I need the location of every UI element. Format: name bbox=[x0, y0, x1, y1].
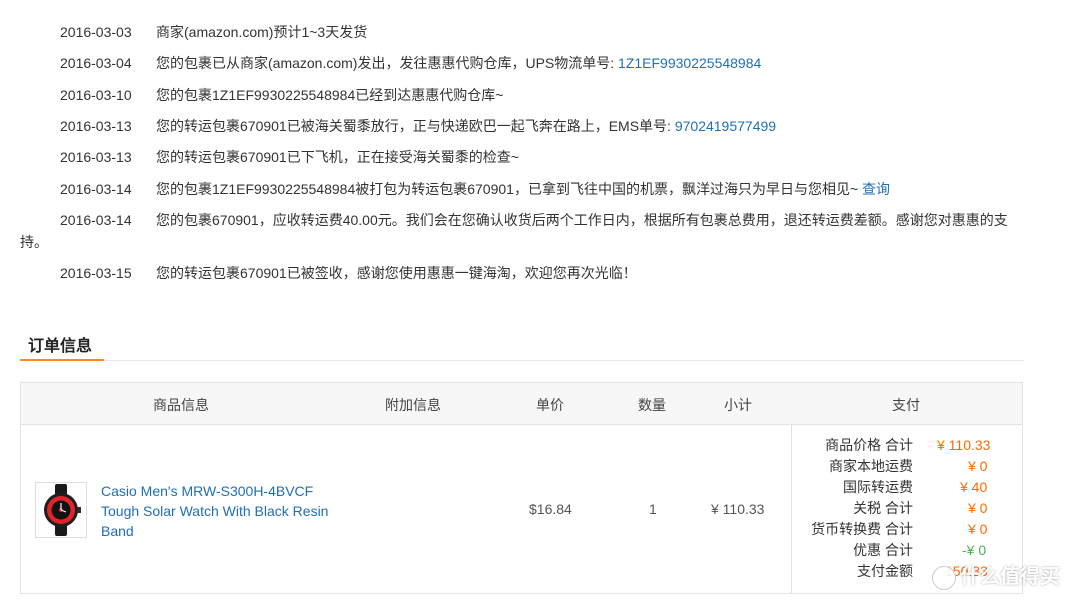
ems-tracking-link[interactable]: 9702419577499 bbox=[675, 118, 776, 134]
unit-price-value: $16.84 bbox=[529, 501, 572, 517]
subtotal-value: ¥ 110.33 bbox=[711, 501, 765, 517]
header-product: 商品信息 bbox=[153, 397, 209, 413]
payment-label: 商品价格 合计 bbox=[825, 437, 913, 453]
payment-value: -¥ 0 bbox=[962, 542, 987, 558]
log-text: 您的包裹670901，应收转运费40.00元。我们会在您确认收货后两个工作日内，… bbox=[20, 212, 1008, 250]
header-unit-price: 单价 bbox=[536, 397, 564, 413]
payment-value: ¥ 0 bbox=[968, 521, 988, 537]
payment-value: ¥ 110.33 bbox=[937, 437, 991, 453]
payment-label: 关税 合计 bbox=[853, 500, 913, 516]
payment-value: ¥ 0 bbox=[968, 458, 988, 474]
payment-row: 商家本地运费 ¥ 0 bbox=[792, 456, 1023, 477]
log-date: 2016-03-13 bbox=[60, 149, 132, 165]
log-text: 您的转运包裹670901已被海关蜀黍放行，正与快递欧巴一起飞奔在路上，EMS单号… bbox=[156, 118, 777, 134]
active-section-underline bbox=[20, 359, 104, 361]
log-text: 您的包裹1Z1EF9930225548984被打包为转运包裹670901，已拿到… bbox=[156, 181, 891, 197]
payment-row: 优惠 合计 -¥ 0 bbox=[792, 540, 1023, 561]
order-table: 商品信息 附加信息 单价 数量 小计 支付 Casio Men's MRW-S3… bbox=[20, 382, 1023, 594]
header-extra: 附加信息 bbox=[385, 397, 441, 413]
payment-label: 货币转换费 合计 bbox=[811, 521, 913, 537]
log-date: 2016-03-10 bbox=[60, 87, 132, 103]
log-date: 2016-03-15 bbox=[60, 265, 132, 281]
log-text: 您的包裹已从商家(amazon.com)发出，发往惠惠代购仓库，UPS物流单号:… bbox=[156, 55, 762, 71]
log-date: 2016-03-04 bbox=[60, 55, 132, 71]
payment-value: ¥ 0 bbox=[968, 500, 988, 516]
log-text: 您的转运包裹670901已被签收，感谢您使用惠惠一键海淘，欢迎您再次光临！ bbox=[156, 265, 637, 281]
payment-row: 关税 合计 ¥ 0 bbox=[792, 498, 1023, 519]
section-divider bbox=[20, 360, 1024, 361]
query-link[interactable]: 查询 bbox=[862, 181, 890, 197]
payment-row: 货币转换费 合计 ¥ 0 bbox=[792, 519, 1023, 540]
log-date: 2016-03-13 bbox=[60, 118, 132, 134]
site-watermark: 什么值得买 bbox=[932, 560, 1060, 590]
log-text: 您的转运包裹670901已下飞机，正在接受海关蜀黍的检查~ bbox=[156, 149, 519, 165]
log-text: 商家(amazon.com)预计1~3天发货 bbox=[156, 24, 368, 40]
watch-image-icon bbox=[44, 484, 81, 536]
log-date: 2016-03-03 bbox=[60, 24, 132, 40]
product-thumbnail[interactable] bbox=[35, 482, 87, 538]
watermark-logo-icon bbox=[932, 565, 956, 590]
product-name-link[interactable]: Casio Men's MRW-S300H-4BVCF Tough Solar … bbox=[101, 481, 351, 541]
payment-row: 国际转运费 ¥ 40 bbox=[792, 477, 1023, 498]
ups-tracking-link[interactable]: 1Z1EF9930225548984 bbox=[618, 55, 761, 71]
header-subtotal: 小计 bbox=[724, 397, 752, 413]
log-date: 2016-03-14 bbox=[60, 181, 132, 197]
log-text: 您的包裹1Z1EF9930225548984已经到达惠惠代购仓库~ bbox=[156, 87, 504, 103]
payment-row: 商品价格 合计 ¥ 110.33 bbox=[792, 435, 1023, 456]
payment-value: ¥ 40 bbox=[960, 479, 988, 495]
payment-label: 商家本地运费 bbox=[829, 458, 913, 474]
payment-label: 支付金额 bbox=[857, 563, 913, 579]
quantity-value: 1 bbox=[649, 501, 657, 517]
order-info-heading: 订单信息 bbox=[28, 338, 93, 355]
table-header: 商品信息 附加信息 单价 数量 小计 支付 bbox=[21, 383, 1022, 425]
header-payment: 支付 bbox=[892, 397, 920, 413]
payment-label: 国际转运费 bbox=[843, 479, 913, 495]
header-quantity: 数量 bbox=[638, 397, 666, 413]
payment-label: 优惠 合计 bbox=[853, 542, 913, 558]
